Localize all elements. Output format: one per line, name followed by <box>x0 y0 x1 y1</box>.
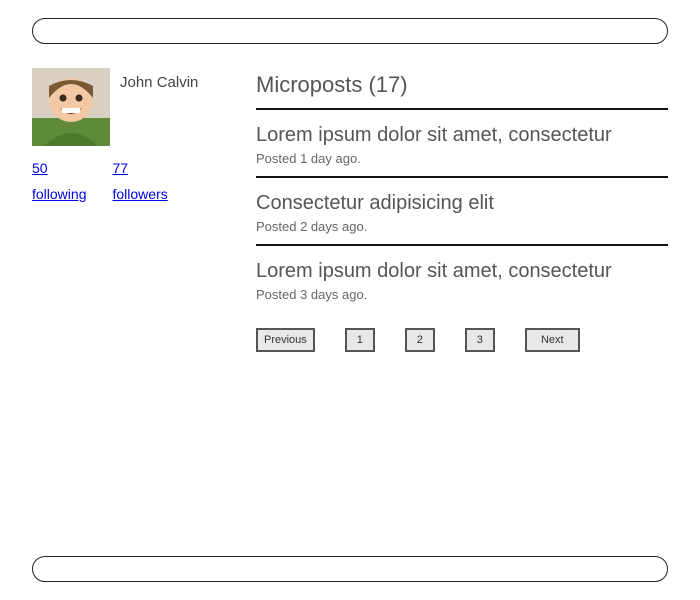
content: Microposts (17) Lorem ipsum dolor sit am… <box>256 68 668 352</box>
micropost-meta: Posted 2 days ago. <box>256 219 668 234</box>
followers-stat: 77 followers <box>112 160 167 204</box>
pagination-page-button[interactable]: 1 <box>345 328 375 352</box>
pagination-next-button[interactable]: Next <box>525 328 580 352</box>
divider <box>256 176 668 178</box>
profile-row: John Calvin <box>32 68 232 146</box>
micropost-text: Lorem ipsum dolor sit amet, consectetur <box>256 124 668 147</box>
main-row: John Calvin 50 following 77 followers Mi… <box>32 68 668 352</box>
micropost-meta: Posted 1 day ago. <box>256 151 668 166</box>
profile-stats: 50 following 77 followers <box>32 160 232 204</box>
divider <box>256 244 668 246</box>
pagination-prev-button[interactable]: Previous <box>256 328 315 352</box>
followers-label-link[interactable]: followers <box>112 186 167 202</box>
following-count-link[interactable]: 50 <box>32 160 48 176</box>
micropost-meta: Posted 3 days ago. <box>256 287 668 302</box>
micropost: Lorem ipsum dolor sit amet, consectetur … <box>256 124 668 166</box>
footer-wrap <box>32 556 668 582</box>
sidebar: John Calvin 50 following 77 followers <box>32 68 232 352</box>
micropost-text: Lorem ipsum dolor sit amet, consectetur <box>256 260 668 283</box>
divider <box>256 108 668 110</box>
pagination: Previous 1 2 3 Next <box>256 328 668 352</box>
top-bar <box>32 18 668 44</box>
pagination-page-button[interactable]: 2 <box>405 328 435 352</box>
feed-title: Microposts (17) <box>256 72 668 98</box>
micropost-text: Consectetur adipisicing elit <box>256 192 668 215</box>
bottom-bar <box>32 556 668 582</box>
micropost: Consectetur adipisicing elit Posted 2 da… <box>256 192 668 234</box>
user-name: John Calvin <box>120 68 198 91</box>
following-stat: 50 following <box>32 160 86 204</box>
avatar <box>32 68 110 146</box>
followers-count-link[interactable]: 77 <box>112 160 128 176</box>
pagination-page-button[interactable]: 3 <box>465 328 495 352</box>
micropost: Lorem ipsum dolor sit amet, consectetur … <box>256 260 668 302</box>
following-label-link[interactable]: following <box>32 186 86 202</box>
